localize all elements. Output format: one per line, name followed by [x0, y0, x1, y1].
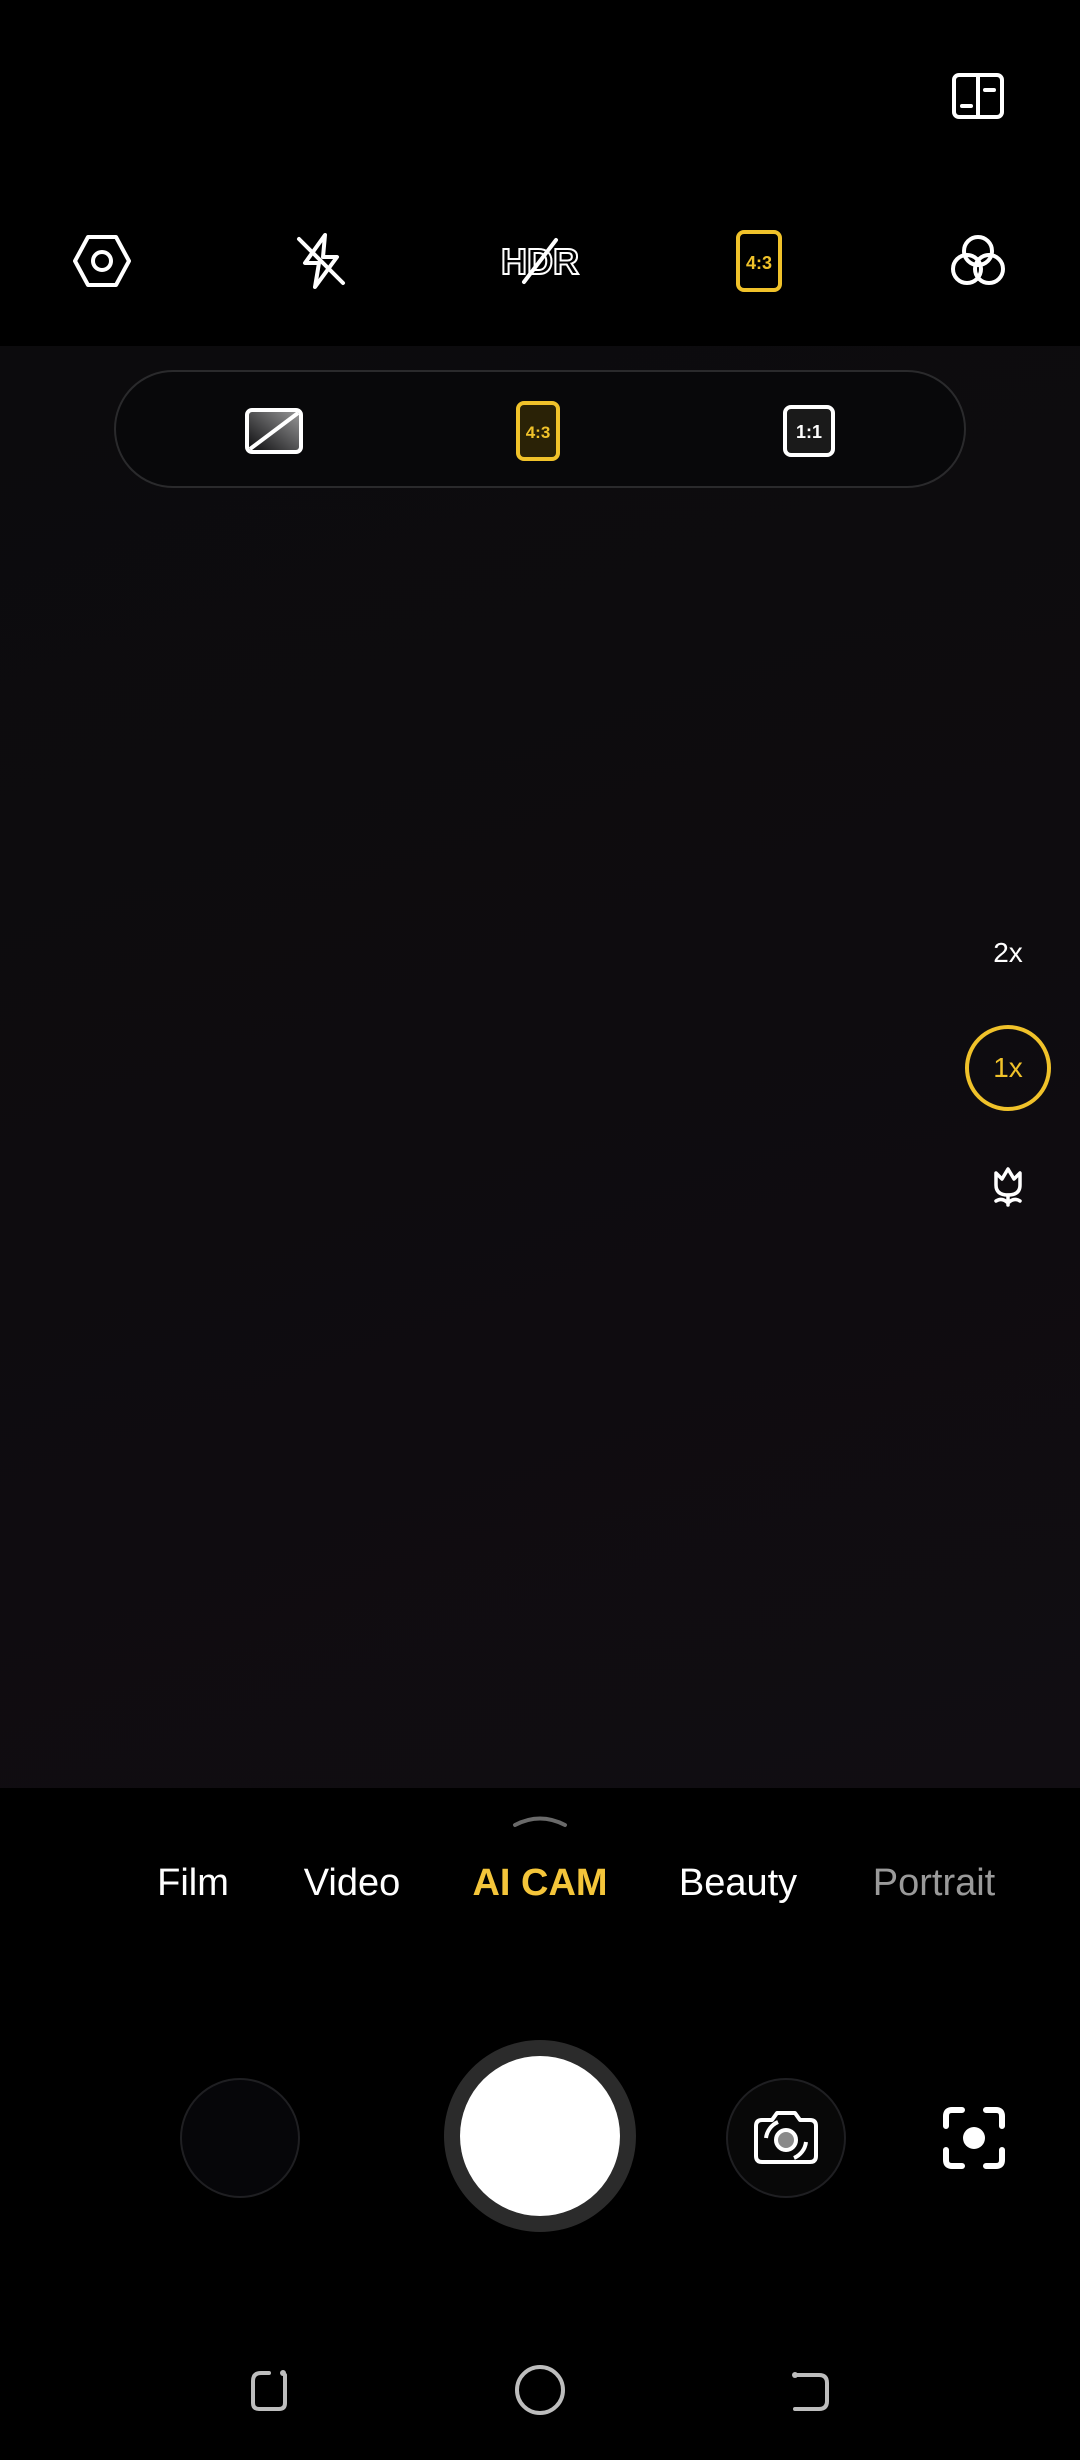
filters-button[interactable]	[932, 215, 1024, 307]
mode-drawer-handle[interactable]	[512, 1814, 568, 1828]
flash-off-icon	[297, 233, 345, 289]
ratio-1-1-icon: 1:1	[783, 405, 835, 457]
hdr-button[interactable]: HDR	[494, 215, 586, 307]
zoom-1x-button[interactable]: 1x	[965, 1025, 1051, 1111]
nav-recents-button[interactable]	[238, 2358, 302, 2422]
mode-video[interactable]: Video	[304, 1862, 401, 1905]
lens-scan-button[interactable]	[934, 2098, 1014, 2178]
ratio-option-4-3[interactable]: 4:3	[500, 393, 576, 469]
mode-ai-cam[interactable]: AI CAM	[472, 1862, 607, 1905]
home-icon	[515, 2365, 565, 2415]
camera-viewfinder[interactable]	[0, 346, 1080, 1788]
recents-icon	[251, 2370, 287, 2411]
nav-back-button[interactable]	[778, 2358, 842, 2422]
ratio-option-full[interactable]	[236, 393, 312, 469]
mode-portrait[interactable]: Portrait	[873, 1862, 995, 1905]
zoom-1x-label: 1x	[993, 1052, 1023, 1083]
ratio-4-3-label: 4:3	[526, 423, 551, 442]
macro-button[interactable]	[965, 1142, 1051, 1228]
lens-scan-icon	[943, 2107, 1005, 2169]
book-icon	[952, 73, 1004, 119]
nav-home-button[interactable]	[508, 2358, 572, 2422]
hexagon-settings-icon	[73, 235, 131, 287]
switch-camera-button[interactable]	[726, 2078, 846, 2198]
aspect-ratio-icon: 4:3	[736, 230, 782, 292]
switch-camera-icon	[754, 2111, 818, 2164]
ratio-4-3-icon: 4:3	[516, 401, 560, 461]
zoom-2x-button[interactable]: 2x	[965, 910, 1051, 996]
ratio-option-1-1[interactable]: 1:1	[771, 393, 847, 469]
settings-button[interactable]	[56, 215, 148, 307]
gallery-thumbnail[interactable]	[180, 2078, 300, 2198]
macro-flower-icon	[994, 1167, 1022, 1207]
aspect-ratio-button[interactable]: 4:3	[713, 215, 805, 307]
aspect-ratio-selector: 4:3 1:1	[114, 370, 966, 488]
mode-selector: Film Video AI CAM Beauty Portrait	[0, 1862, 1080, 1922]
mode-film[interactable]: Film	[157, 1862, 229, 1905]
aspect-ratio-label: 4:3	[746, 253, 772, 273]
shutter-button[interactable]	[460, 2056, 620, 2216]
mode-beauty[interactable]: Beauty	[679, 1862, 797, 1905]
filters-icon	[951, 235, 1005, 285]
zoom-2x-label: 2x	[993, 937, 1023, 968]
hdr-icon: HDR	[500, 238, 580, 284]
guide-button[interactable]	[948, 66, 1008, 126]
fullscreen-ratio-icon	[245, 408, 303, 454]
back-icon	[792, 2372, 829, 2411]
flash-button[interactable]	[275, 215, 367, 307]
camera-toolbar: HDR 4:3	[0, 215, 1080, 307]
ratio-1-1-label: 1:1	[796, 422, 822, 442]
